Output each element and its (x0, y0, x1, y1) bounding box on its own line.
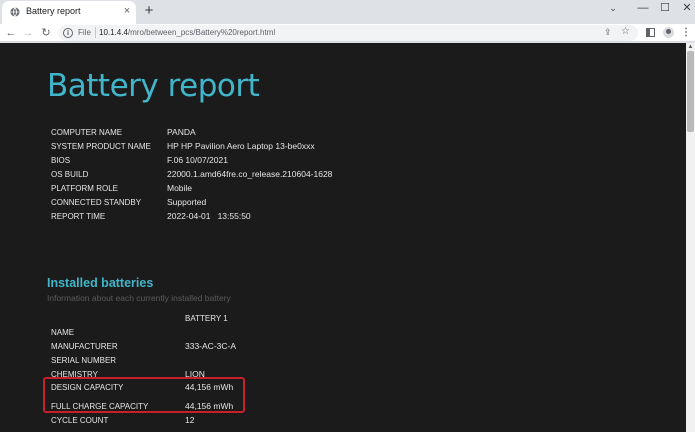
url-scheme-label: File (78, 28, 91, 37)
url-path: /mro/between_pcs/Battery%20report.html (127, 28, 276, 37)
page-title: Battery report (47, 68, 260, 104)
sys-value-product-name: HP HP Pavilion Aero Laptop 13-be0xxx (167, 141, 315, 151)
sys-value-os-build: 22000.1.amd64fre.co_release.210604-1628 (167, 169, 333, 179)
sys-label-product-name: SYSTEM PRODUCT NAME (51, 142, 151, 151)
tab-strip: Battery report × + ⌄ — ☐ ✕ (0, 0, 695, 24)
scroll-up-arrow-icon[interactable]: ▲ (687, 44, 694, 51)
sys-value-connected-standby: Supported (167, 197, 207, 207)
side-panel-icon[interactable] (643, 26, 657, 40)
new-tab-button[interactable]: + (141, 2, 157, 20)
bat-value-manufacturer: 333-AC-3C-A (185, 341, 237, 351)
sys-value-platform-role: Mobile (167, 183, 193, 193)
tab-title: Battery report (26, 6, 81, 16)
sys-label-os-build: OS BUILD (51, 170, 89, 179)
capacity-highlight-box (43, 377, 245, 413)
vertical-scrollbar[interactable]: ▲ (686, 43, 695, 432)
scrollbar-thumb[interactable] (687, 51, 694, 132)
menu-icon[interactable]: ⋮ (679, 26, 693, 40)
reload-icon[interactable]: ↻ (39, 25, 53, 41)
bat-value-cycle-count: 12 (185, 415, 195, 425)
url-host: 10.1.4.4 (99, 28, 128, 37)
globe-icon (10, 7, 20, 17)
battery-column-header: BATTERY 1 (185, 314, 228, 323)
sys-value-computer-name: PANDA (167, 127, 196, 137)
star-icon[interactable]: ☆ (621, 26, 630, 37)
share-icon[interactable]: ⇪ (604, 27, 612, 38)
bat-label-serial-number: SERIAL NUMBER (51, 356, 117, 365)
address-bar[interactable]: i File 10.1.4.4/mro/between_pcs/Battery%… (58, 25, 638, 41)
browser-tab[interactable]: Battery report × (2, 1, 136, 24)
sys-label-computer-name: COMPUTER NAME (51, 128, 123, 137)
forward-arrow-icon[interactable]: → (21, 25, 35, 41)
installed-batteries-subtitle: Information about each currently install… (47, 293, 231, 303)
tab-search-icon[interactable]: ⌄ (598, 0, 628, 18)
bat-label-cycle-count: CYCLE COUNT (51, 416, 109, 425)
bat-label-name: NAME (51, 328, 75, 337)
installed-batteries-title: Installed batteries (47, 276, 154, 290)
browser-toolbar: ← → ↻ i File 10.1.4.4/mro/between_pcs/Ba… (0, 24, 695, 42)
sys-label-bios: BIOS (51, 156, 71, 165)
sys-label-report-time: REPORT TIME (51, 212, 106, 221)
bat-label-manufacturer: MANUFACTURER (51, 342, 118, 351)
back-arrow-icon[interactable]: ← (4, 25, 18, 41)
sys-label-connected-standby: CONNECTED STANDBY (51, 198, 142, 207)
sys-value-bios: F.06 10/07/2021 (167, 155, 228, 165)
sys-label-platform-role: PLATFORM ROLE (51, 184, 118, 193)
info-icon[interactable]: i (63, 28, 73, 38)
sys-value-report-time: 2022-04-01 13:55:50 (167, 211, 251, 221)
url-separator (95, 27, 96, 38)
tab-close-icon[interactable]: × (121, 4, 133, 18)
profile-icon[interactable] (661, 26, 675, 40)
page-content: Battery report COMPUTER NAME PANDA SYSTE… (0, 43, 686, 432)
close-window-button[interactable]: ✕ (672, 0, 695, 18)
url-text[interactable]: 10.1.4.4/mro/between_pcs/Battery%20repor… (99, 28, 275, 37)
